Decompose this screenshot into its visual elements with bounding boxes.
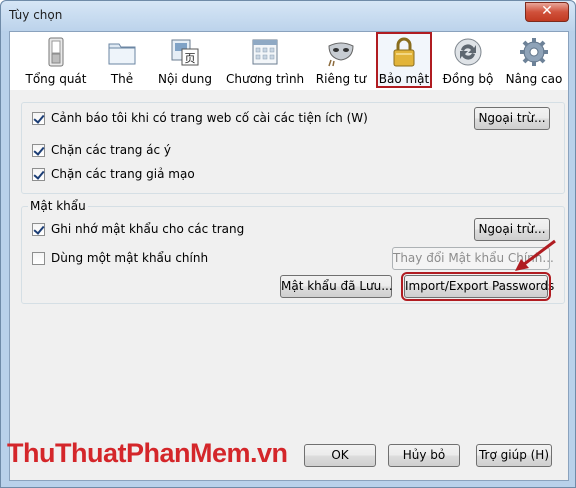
block-attack-checkbox[interactable] [32,143,45,157]
tab-applications[interactable]: Chương trình [226,34,304,88]
master-password-option[interactable]: Dùng một mật khẩu chính [32,251,208,265]
master-password-label: Dùng một mật khẩu chính [51,251,209,265]
dialog-client: Tổng quát Thẻ 页 Nội dung Chương trình Ri… [9,31,569,481]
title-bar[interactable]: Tùy chọn ✕ [1,1,575,31]
tab-content[interactable]: 页 Nội dung [156,34,214,88]
addons-exceptions-button[interactable]: Ngoại trừ... [474,107,550,130]
remember-passwords-label: Ghi nhớ mật khẩu cho các trang [51,222,245,236]
import-export-passwords-button[interactable]: Import/Export Passwords [401,272,554,301]
tab-advanced[interactable]: Nâng cao [504,34,564,88]
switch-icon [48,37,64,67]
window-title: Tùy chọn [9,8,63,22]
warn-addons-checkbox[interactable] [32,111,45,125]
help-button[interactable]: Trợ giúp (H) [476,444,552,467]
gear-icon [520,38,548,66]
tab-privacy[interactable]: Riêng tư [314,34,368,88]
tab-sync[interactable]: Đồng bộ [440,34,496,88]
close-button[interactable]: ✕ [525,2,569,22]
annotation-arrow-icon [515,239,556,271]
svg-text:页: 页 [185,52,196,65]
tab-privacy-label: Riêng tư [315,72,367,86]
applications-icon [252,39,278,65]
padlock-icon [393,37,415,67]
master-password-checkbox[interactable] [32,251,45,265]
category-toolbar: Tổng quát Thẻ 页 Nội dung Chương trình Ri… [10,32,568,90]
content-icon: 页 [171,39,199,66]
passwords-exceptions-button[interactable]: Ngoại trừ... [474,218,550,241]
tab-security[interactable]: Bảo mật [376,32,432,88]
passwords-group: Mật khẩu Ghi nhớ mật khẩu cho các trang … [21,199,565,304]
tab-security-label: Bảo mật [378,72,430,86]
watermark-logo: ThuThuatPhanMem.vn [7,438,288,468]
remember-passwords-option[interactable]: Ghi nhớ mật khẩu cho các trang [32,222,244,236]
options-window: Tùy chọn ✕ Tổng quát Thẻ 页 Nội dung Chươ… [0,0,576,488]
remember-passwords-checkbox[interactable] [32,222,45,236]
tab-sync-label: Đồng bộ [442,72,494,86]
mask-icon [328,42,354,67]
tab-applications-label: Chương trình [226,72,305,86]
block-forgery-checkbox[interactable] [32,167,45,181]
ok-button[interactable]: OK [304,444,376,467]
block-attack-label: Chặn các trang ác ý [51,143,172,157]
tabs-icon [108,43,136,65]
block-forgery-label: Chặn các trang giả mạo [51,167,195,181]
sync-icon [454,38,482,66]
tab-tabs-label: Thẻ [110,72,134,86]
block-attack-option[interactable]: Chặn các trang ác ý [32,143,171,157]
security-group: Cảnh báo tôi khi có trang web cố cài các… [21,102,565,194]
block-forgery-option[interactable]: Chặn các trang giả mạo [32,167,195,181]
tab-general[interactable]: Tổng quát [24,34,88,88]
tab-tabs[interactable]: Thẻ [102,34,142,88]
cancel-button[interactable]: Hủy bỏ [388,444,460,467]
saved-passwords-button[interactable]: Mật khẩu đã Lưu... [280,275,393,298]
warn-addons-option[interactable]: Cảnh báo tôi khi có trang web cố cài các… [32,111,368,125]
warn-addons-label: Cảnh báo tôi khi có trang web cố cài các… [51,111,368,125]
tab-general-label: Tổng quát [25,72,87,86]
tab-content-label: Nội dung [158,72,212,86]
tab-advanced-label: Nâng cao [505,72,563,86]
passwords-legend: Mật khẩu [28,199,88,213]
